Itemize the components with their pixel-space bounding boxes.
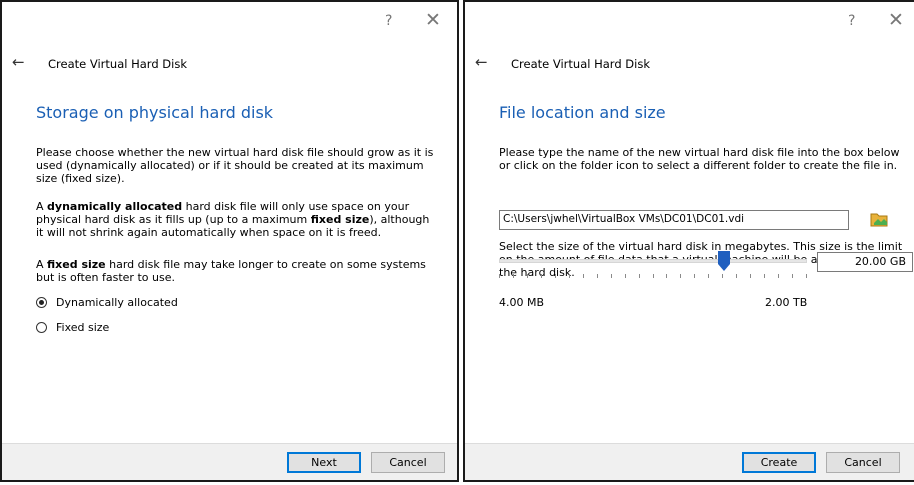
title-bar: ? ✕ (465, 2, 914, 40)
slider-tick (694, 274, 695, 278)
min-size-label: 4.00 MB (499, 296, 545, 309)
file-path-input[interactable]: C:\Users\jwhel\VirtualBox VMs\DC01\DC01.… (499, 210, 849, 230)
slider-tick (778, 274, 779, 278)
slider-tick (792, 274, 793, 278)
dynamic-description: A dynamically allocated hard disk file w… (36, 200, 436, 239)
next-button[interactable]: Next (287, 452, 361, 473)
slider-tick (555, 274, 556, 278)
radio-fixed-size[interactable]: Fixed size (36, 319, 109, 335)
fixed-description: A fixed size hard disk file may take lon… (36, 258, 436, 284)
title-bar: ? ✕ (2, 2, 457, 40)
slider-tick (499, 274, 500, 278)
bold-term: dynamically allocated (47, 200, 183, 213)
intro-text: Please choose whether the new virtual ha… (36, 146, 434, 185)
radio-label: Dynamically allocated (56, 295, 178, 309)
slider-tick (764, 274, 765, 278)
cancel-button[interactable]: Cancel (371, 452, 445, 473)
slider-tick (639, 274, 640, 278)
size-input[interactable]: 20.00 GB (817, 252, 913, 272)
slider-tick (569, 274, 570, 278)
button-bar: Create Cancel (465, 443, 914, 480)
max-size-label: 2.00 TB (765, 296, 808, 309)
help-button[interactable]: ? (385, 13, 392, 29)
page-heading: File location and size (499, 103, 666, 122)
storage-dialog: ? ✕ ← Create Virtual Hard Disk Storage o… (0, 0, 459, 482)
bold-term: fixed size (310, 213, 370, 226)
wizard-nav: ← Create Virtual Hard Disk (2, 53, 457, 76)
radio-label: Fixed size (56, 320, 110, 334)
slider-tick (625, 274, 626, 278)
slider-ticks (499, 274, 807, 280)
radio-dynamically-allocated[interactable]: Dynamically allocated (36, 294, 178, 310)
slider-tick (583, 274, 584, 278)
wizard-title: Create Virtual Hard Disk (511, 57, 650, 71)
slider-tick (527, 274, 528, 278)
location-instructions: Please type the name of the new virtual … (499, 146, 900, 172)
button-bar: Next Cancel (2, 443, 457, 480)
slider-thumb[interactable] (718, 251, 730, 271)
back-arrow-icon[interactable]: ← (475, 53, 488, 71)
help-button[interactable]: ? (848, 13, 855, 29)
folder-icon[interactable] (870, 211, 888, 227)
close-button[interactable]: ✕ (888, 9, 904, 31)
slider-tick (541, 274, 542, 278)
slider-tick (513, 274, 514, 278)
slider-tick (653, 274, 654, 278)
slider-tick (806, 274, 807, 278)
slider-tick (722, 274, 723, 278)
slider-tick (736, 274, 737, 278)
wizard-nav: ← Create Virtual Hard Disk (465, 53, 914, 76)
bold-term: fixed size (47, 258, 106, 271)
radio-button[interactable] (36, 321, 47, 333)
slider-tick (611, 274, 612, 278)
size-slider[interactable] (499, 259, 807, 263)
page-heading: Storage on physical hard disk (36, 103, 274, 122)
text-run: A (36, 200, 48, 213)
slider-tick (750, 274, 751, 278)
radio-button-checked[interactable] (36, 296, 47, 308)
file-location-dialog: ? ✕ ← Create Virtual Hard Disk File loca… (463, 0, 914, 482)
cancel-button[interactable]: Cancel (826, 452, 900, 473)
slider-tick (680, 274, 681, 278)
create-button[interactable]: Create (742, 452, 816, 473)
back-arrow-icon[interactable]: ← (12, 53, 25, 71)
wizard-title: Create Virtual Hard Disk (48, 57, 187, 71)
slider-tick (708, 274, 709, 278)
close-button[interactable]: ✕ (425, 9, 441, 31)
slider-tick (666, 274, 667, 278)
text-run: A (36, 258, 48, 271)
slider-tick (597, 274, 598, 278)
